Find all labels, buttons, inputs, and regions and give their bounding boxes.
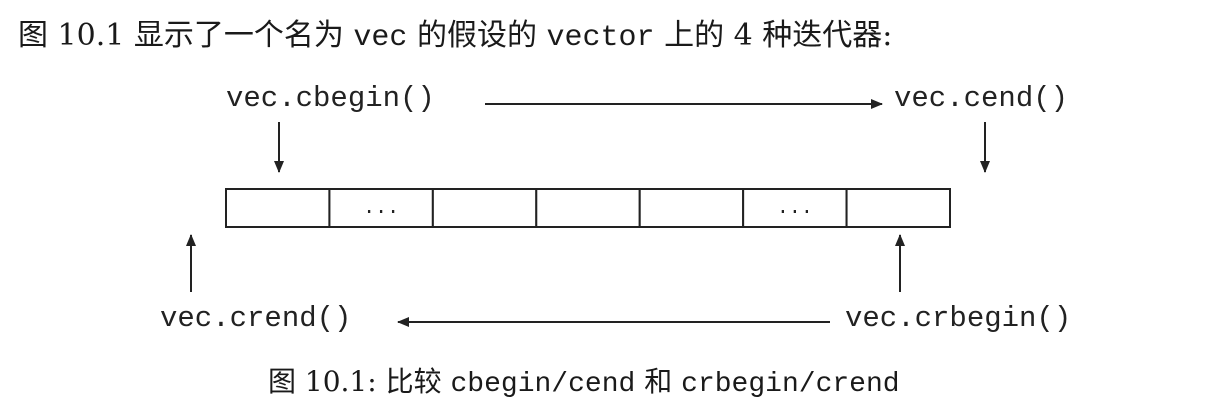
caption-prefix: 图 10.1: 比较 [268, 365, 451, 398]
caption-middle: 和 [635, 365, 682, 398]
figure-caption: 图 10.1: 比较 cbegin/cend 和 crbegin/crend [268, 362, 900, 405]
vector-cell [845, 188, 951, 228]
caption-pair2: crbegin/crend [681, 369, 900, 400]
vector-cell [638, 188, 745, 228]
iterator-diagram: ...... [186, 99, 990, 327]
vector-cell [225, 188, 331, 228]
cell-ellipsis: ... [777, 197, 813, 220]
cend-label: vec.cend() [894, 82, 1069, 115]
crbegin-label: vec.crbegin() [845, 302, 1072, 335]
crend-label: vec.crend() [160, 302, 352, 335]
vector-cell [535, 188, 641, 228]
cbegin-label: vec.cbegin() [226, 82, 435, 115]
vector-cell [431, 188, 538, 228]
caption-pair1: cbegin/cend [450, 369, 636, 400]
cell-ellipsis: ... [363, 197, 399, 220]
vector-cells: ...... [225, 188, 951, 228]
